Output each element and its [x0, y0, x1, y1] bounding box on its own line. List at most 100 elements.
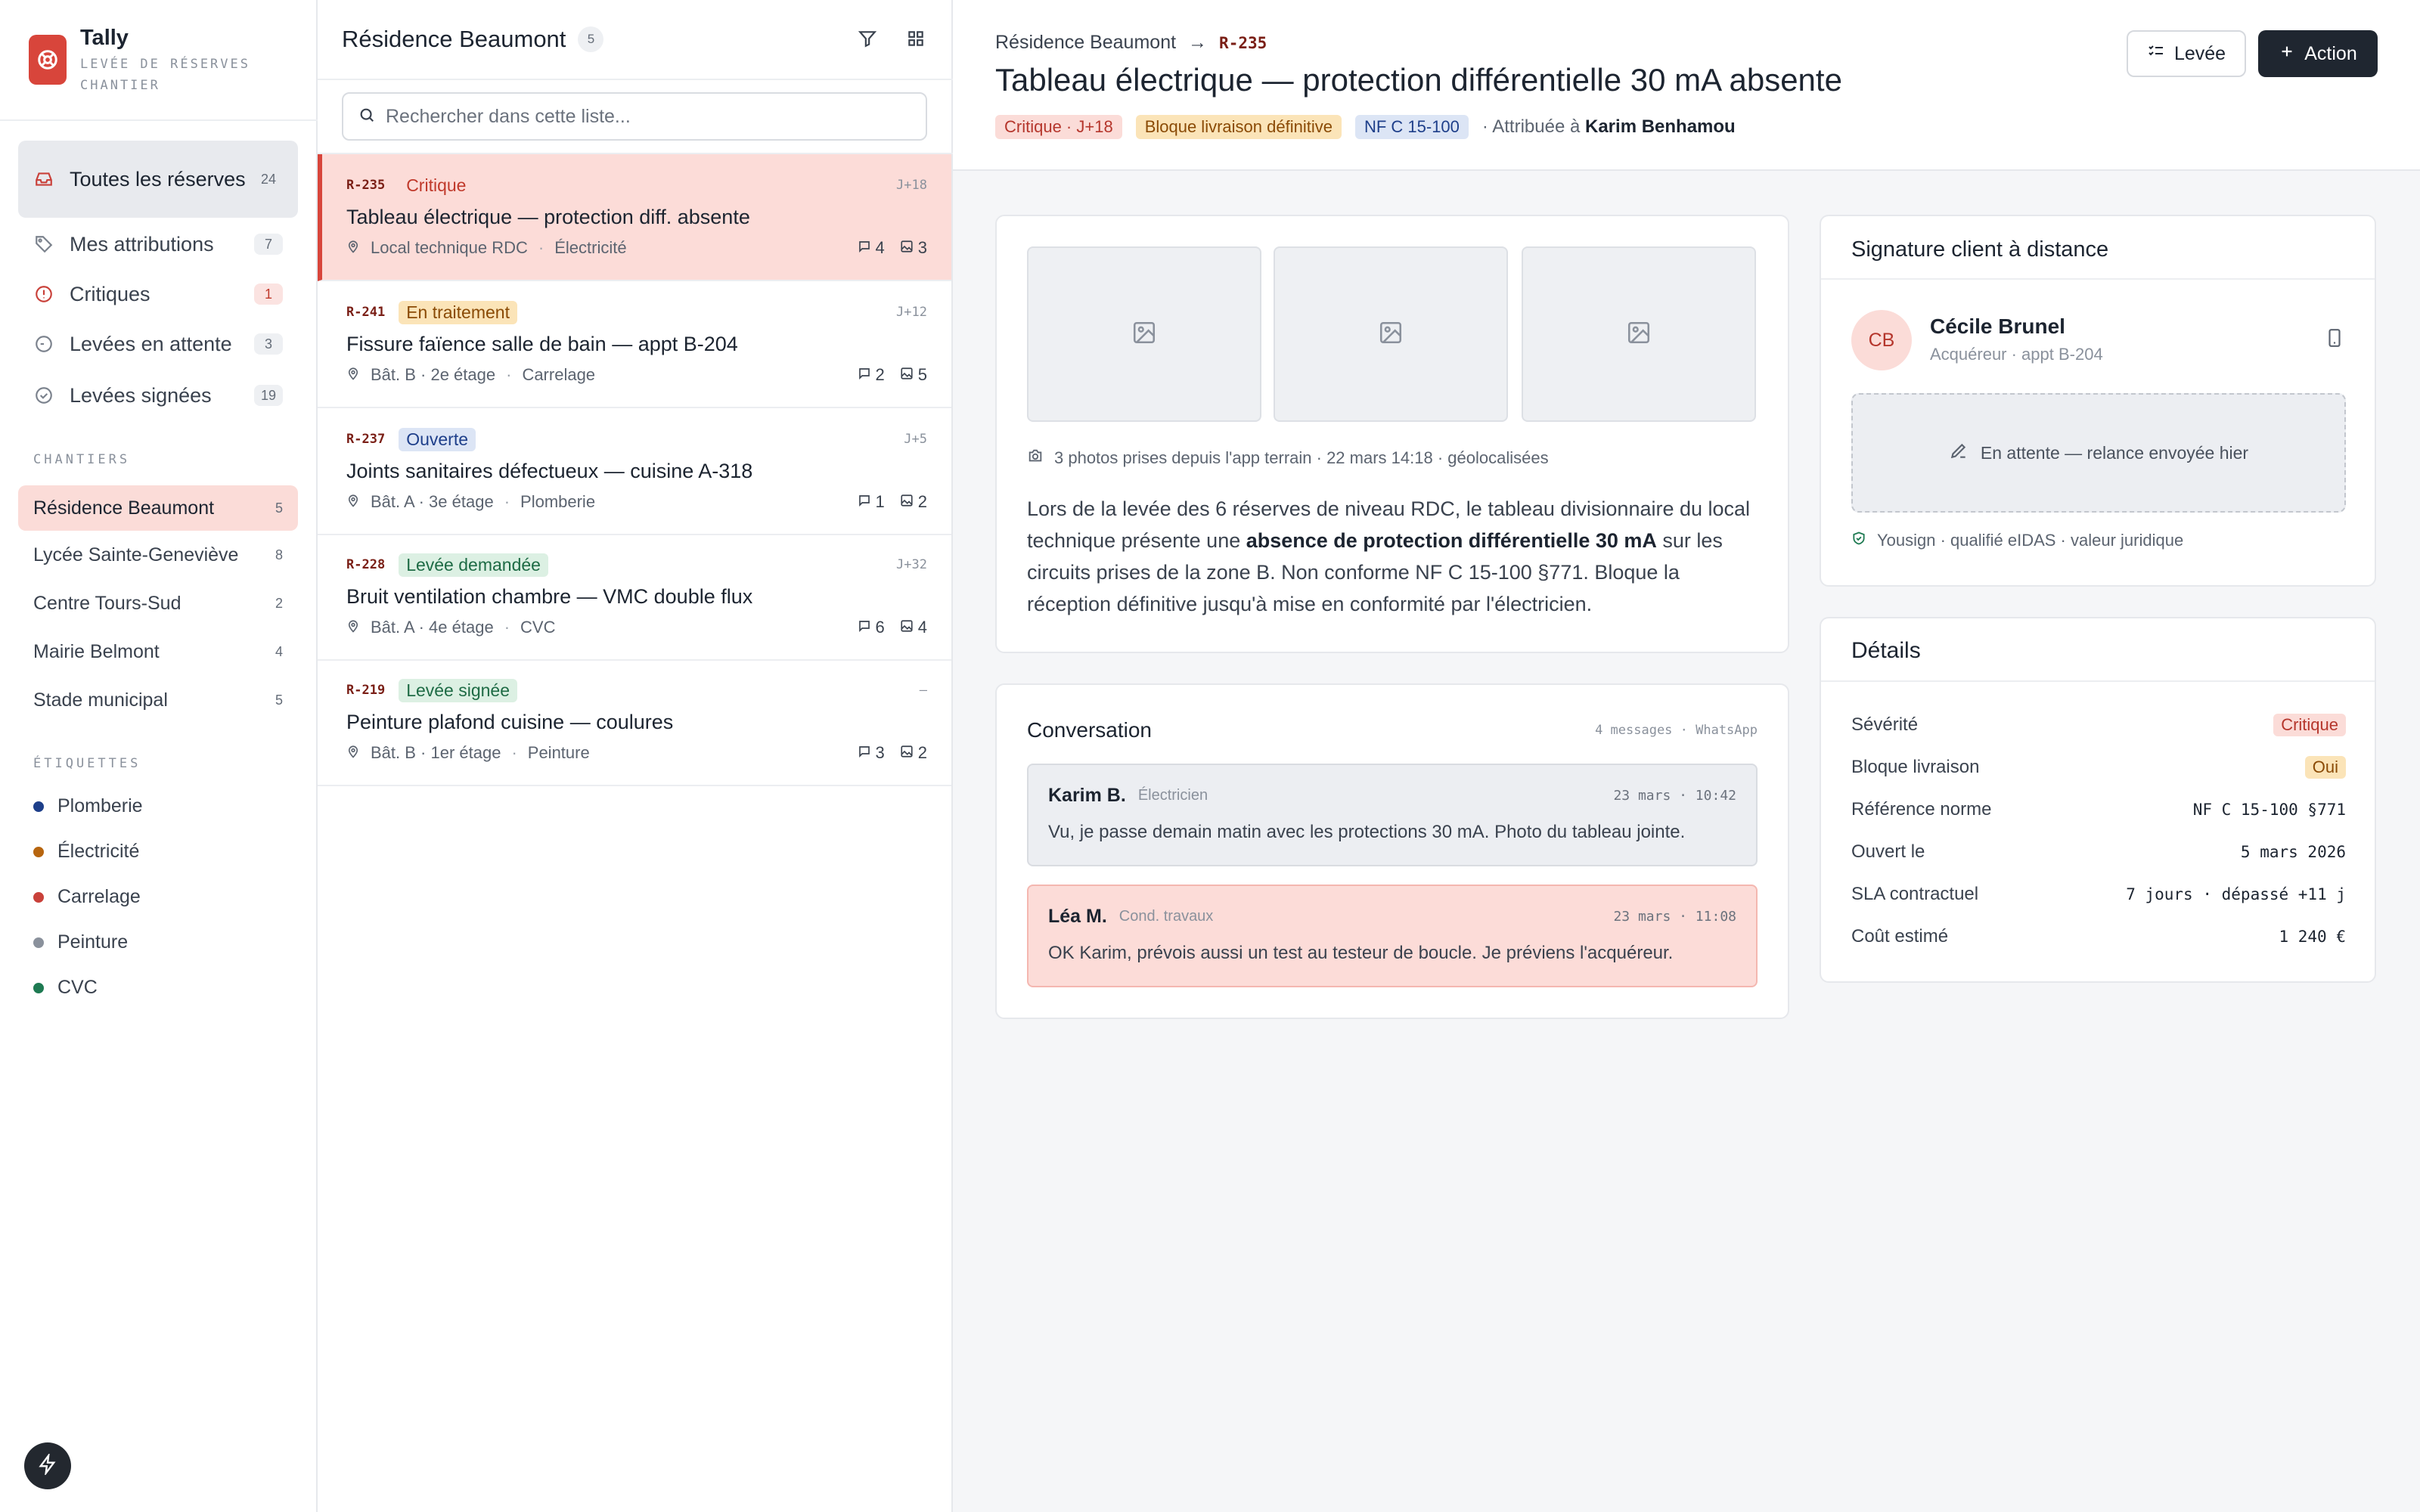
assignee-prefix: · Attribuée à [1481, 116, 1581, 137]
due-days: – [919, 683, 927, 698]
blocking-badge: Oui [2304, 756, 2346, 779]
bolt-icon [37, 1452, 58, 1479]
site-item-stade-municipal[interactable]: Stade municipal 5 [18, 677, 298, 723]
detail-chips: Critique · J+18 Bloque livraison définit… [995, 115, 1736, 139]
photo-thumbnail-3[interactable] [1522, 246, 1756, 422]
photo-thumbnail-1[interactable] [1027, 246, 1261, 422]
reserve-location: Bât. B · 1er étage [371, 743, 501, 762]
tag-item-peinture[interactable]: Peinture [33, 931, 128, 953]
photo-icon [900, 743, 914, 763]
message-role: Cond. travaux [1118, 908, 1214, 925]
brand[interactable]: Tally LEVÉE DE RÉSERVES CHANTIER [29, 26, 292, 96]
signer-role: Acquéreur · appt B-204 [1930, 345, 2103, 364]
divider [0, 119, 318, 121]
remote-signature-panel: Signature client à distance CB Cécile Br… [1820, 215, 2376, 587]
reserve-ref: R-235 [346, 178, 386, 193]
phone-icon[interactable] [2325, 327, 2344, 353]
site-item-centre-tours-sud[interactable]: Centre Tours-Sud 2 [18, 581, 298, 626]
tag-item-electricite[interactable]: Électricité [33, 841, 139, 863]
separator: · [504, 618, 510, 637]
site-item-mairie-belmont[interactable]: Mairie Belmont 4 [18, 629, 298, 674]
reserve-location: Bât. A · 3e étage [371, 492, 494, 511]
site-count: 5 [275, 692, 283, 708]
page-title: Tableau électrique — protection différen… [995, 62, 1842, 98]
signature-provider: Yousign · qualifié eIDAS · valeur juridi… [1851, 531, 2183, 550]
separator: · [506, 365, 512, 384]
separator: · [504, 492, 510, 511]
list-item-r-219[interactable]: R-219 Levée signée – Peinture plafond cu… [318, 659, 951, 786]
reserve-category: Électricité [554, 238, 627, 257]
divider [318, 79, 953, 80]
assignee: · Attribuée à Karim Benhamou [1482, 116, 1736, 138]
list-title: Résidence Beaumont [342, 26, 566, 52]
reserve-ref: R-219 [346, 683, 386, 698]
reserve-description-panel: 3 photos prises depuis l'app terrain · 2… [995, 215, 1789, 653]
site-item-residence-beaumont[interactable]: Résidence Beaumont 5 [18, 485, 298, 531]
tag-dot [33, 846, 44, 857]
photo-thumbnail-2[interactable] [1274, 246, 1508, 422]
tag-item-plomberie[interactable]: Plomberie [33, 795, 143, 817]
photo-meta-text: 3 photos prises depuis l'app terrain · 2… [1054, 448, 1549, 467]
tally-logo-icon [29, 35, 67, 85]
reserve-ref: R-241 [346, 305, 386, 320]
nav-label: Levées signées [70, 383, 212, 407]
separator: · [538, 238, 544, 257]
nav-my-assignments[interactable]: Mes attributions 7 [18, 227, 298, 262]
search-input[interactable] [386, 105, 900, 128]
arrow-right-icon: → [1188, 32, 1208, 53]
due-days: J+12 [896, 305, 927, 320]
nav-signed-lifts[interactable]: Levées signées 19 [18, 378, 298, 413]
quick-action-button[interactable] [24, 1442, 71, 1489]
detail-label: Ouvert le [1851, 841, 1925, 862]
reserve-title: Bruit ventilation chambre — VMC double f… [346, 585, 753, 608]
detail-label: SLA contractuel [1851, 884, 1979, 904]
detail-label: Sévérité [1851, 714, 1919, 735]
photo-icon [900, 492, 914, 512]
detail-label: Coût estimé [1851, 926, 1949, 947]
reserve-category: CVC [520, 618, 556, 637]
details-title: Détails [1851, 638, 1921, 663]
reserve-title: Peinture plafond cuisine — coulures [346, 711, 674, 733]
breadcrumb-site[interactable]: Résidence Beaumont [995, 32, 1176, 54]
nav-critical[interactable]: Critiques 1 [18, 277, 298, 311]
action-button[interactable]: Action [2258, 30, 2378, 77]
alert-circle-icon [33, 284, 54, 305]
nav-label: Mes attributions [70, 232, 214, 256]
grid-view-icon[interactable] [903, 26, 929, 51]
list-item-r-228[interactable]: R-228 Levée demandée J+32 Bruit ventilat… [318, 534, 951, 661]
lift-button[interactable]: Levée [2127, 30, 2246, 77]
photo-count: 2 [917, 743, 927, 762]
nav-label: Levées en attente [70, 332, 232, 355]
comment-count: 2 [875, 365, 885, 384]
message-item[interactable]: Karim B. Électricien 23 mars · 10:42 Vu,… [1027, 764, 1758, 866]
message-item[interactable]: Léa M. Cond. travaux 23 mars · 11:08 OK … [1027, 885, 1758, 987]
status-badge: Critique [406, 175, 467, 195]
assignee-name[interactable]: Karim Benhamou [1585, 116, 1736, 137]
tag-item-carrelage[interactable]: Carrelage [33, 886, 141, 908]
image-icon [1378, 320, 1404, 349]
site-label: Centre Tours-Sud [33, 592, 182, 614]
nav-pending-lifts[interactable]: Levées en attente 3 [18, 327, 298, 361]
search-box[interactable] [342, 92, 927, 141]
photo-icon [900, 238, 914, 258]
tag-item-cvc[interactable]: CVC [33, 977, 98, 999]
reserve-category: Carrelage [522, 365, 596, 384]
photo-icon [900, 618, 914, 637]
message-text: Vu, je passe demain matin avec les prote… [1048, 822, 1686, 842]
lift-button-label: Levée [2173, 42, 2226, 64]
list-item-r-235[interactable]: R-235 Critique J+18 Tableau électrique —… [318, 154, 951, 281]
nav-count: 24 [260, 171, 277, 187]
nav-count: 3 [254, 333, 283, 355]
signer-name: Cécile Brunel [1930, 314, 2065, 338]
pen-icon [1949, 441, 1969, 465]
site-item-lycee[interactable]: Lycée Sainte-Geneviève 8 [18, 532, 298, 578]
signature-pad[interactable]: En attente — relance envoyée hier [1851, 393, 2346, 513]
list-item-r-237[interactable]: R-237 Ouverte J+5 Joints sanitaires défe… [318, 408, 951, 535]
reserve-title: Joints sanitaires défectueux — cuisine A… [346, 460, 753, 482]
site-label: Stade municipal [33, 689, 168, 711]
nav-all-reserves[interactable]: Toutes les réserves 24 [18, 141, 298, 218]
list-item-r-241[interactable]: R-241 En traitement J+12 Fissure faïence… [318, 281, 951, 408]
reserve-category: Plomberie [520, 492, 596, 511]
filter-icon[interactable] [855, 26, 880, 51]
message-role: Électricien [1137, 787, 1208, 804]
